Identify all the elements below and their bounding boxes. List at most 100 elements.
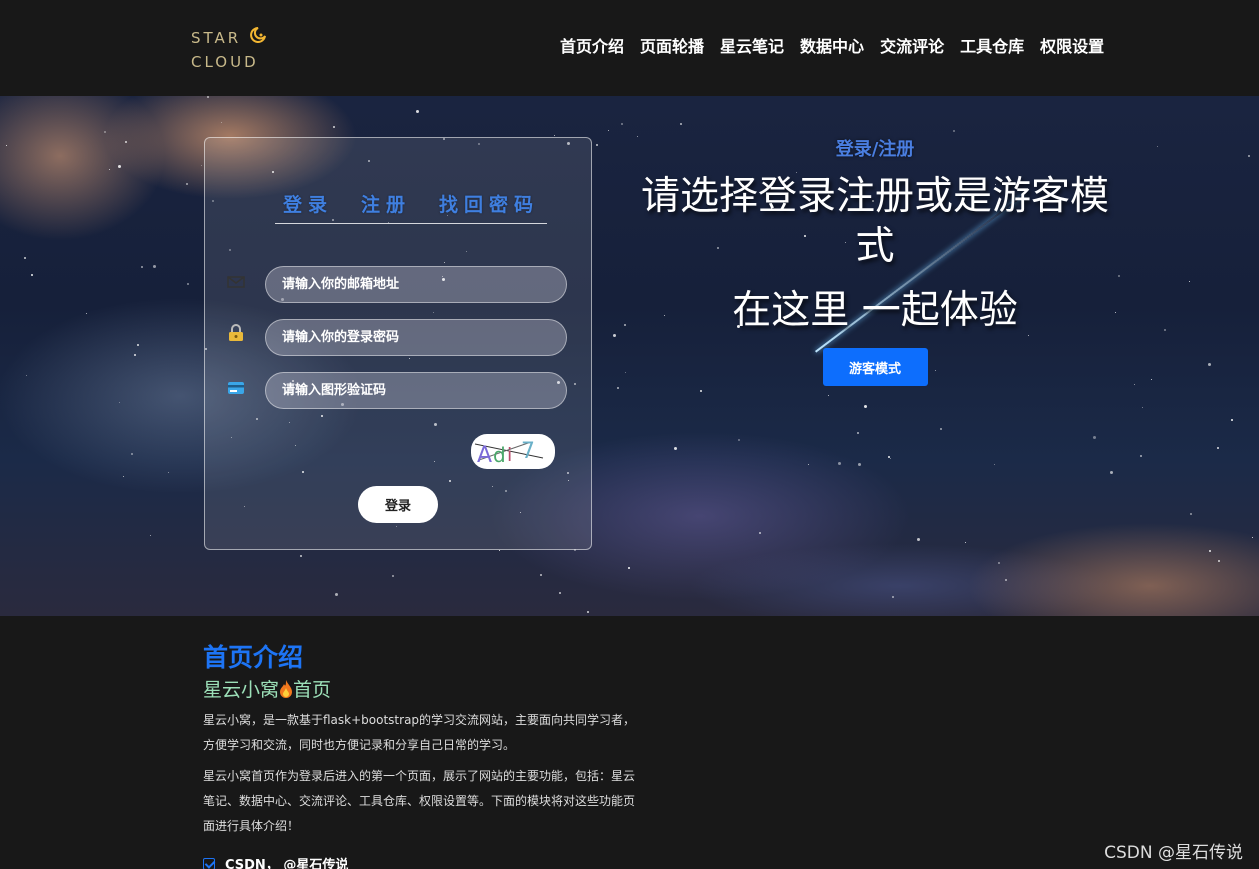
star-dot <box>168 472 169 473</box>
lock-icon <box>229 324 243 341</box>
star-dot <box>1134 384 1135 385</box>
star-dot <box>892 596 894 598</box>
star-dot <box>953 130 955 132</box>
captcha-char-7: 7 <box>521 439 535 464</box>
intro-subheading-b: 首页 <box>293 679 332 701</box>
intro-heading: 首页介绍 <box>203 643 304 672</box>
star-dot <box>608 130 609 131</box>
hero-banner: 登录 注册 找回密码 请输入你的邮箱地址 请输入图形验证码 A d i 7 登录… <box>0 96 1259 616</box>
star-dot <box>392 575 394 577</box>
intro-paragraph-1: 星云小窝，是一款基于flask+bootstrap的学习交流网站，主要面向共同学… <box>203 713 636 752</box>
star-dot <box>759 532 761 534</box>
nav-item-comments[interactable]: 交流评论 <box>872 36 952 58</box>
star-dot <box>625 372 626 373</box>
star-dot <box>587 611 589 613</box>
star-dot <box>1005 579 1007 581</box>
captcha-char-i: i <box>507 444 512 466</box>
star-dot <box>858 463 861 466</box>
nav-item-home-intro[interactable]: 首页介绍 <box>552 36 632 58</box>
star-dot <box>864 405 867 408</box>
star-dot <box>1190 513 1192 515</box>
star-dot <box>1142 407 1143 408</box>
star-dot <box>624 324 626 326</box>
nav-item-permissions[interactable]: 权限设置 <box>1032 36 1112 58</box>
captcha-graphic: A d i 7 <box>474 439 544 468</box>
star-dot <box>838 462 841 465</box>
star-dot <box>141 266 143 268</box>
star-dot <box>1252 537 1253 538</box>
list-item: CSDN， @星石传说 <box>203 854 348 869</box>
tab-register[interactable]: 注册 <box>361 190 411 217</box>
star-dot <box>186 183 188 185</box>
star-dot <box>150 535 151 536</box>
captcha-char-a: A <box>477 443 492 468</box>
nav-item-carousel[interactable]: 页面轮播 <box>632 36 712 58</box>
star-dot <box>137 344 139 346</box>
star-dot <box>596 144 598 146</box>
password-row <box>227 319 569 357</box>
star-dot <box>994 464 995 465</box>
star-dot <box>86 313 87 314</box>
card-icon <box>228 382 244 394</box>
star-dot <box>617 387 619 389</box>
captcha-input-row <box>227 372 569 410</box>
star-dot <box>24 257 26 259</box>
login-card: 登录 注册 找回密码 请输入你的邮箱地址 请输入图形验证码 A d i 7 登录 <box>204 137 592 550</box>
intro-section: 首页介绍 星云小窝 首页 星云小窝，是一款基于flask+bootstrap的学… <box>203 640 643 839</box>
logo-line2: CLOUD <box>191 53 259 71</box>
watermark: CSDN @星石传说 <box>1104 843 1243 863</box>
tab-login[interactable]: 登录 <box>283 190 333 217</box>
star-dot <box>333 126 335 128</box>
star-dot <box>1189 281 1190 282</box>
intro-subheading: 星云小窝 首页 <box>203 676 643 704</box>
star-dot <box>808 464 809 465</box>
auth-tabs: 登录 注册 找回密码 <box>275 190 547 224</box>
main-nav: 首页介绍 页面轮播 星云笔记 数据中心 交流评论 工具仓库 权限设置 <box>552 36 1112 58</box>
star-dot <box>123 476 124 477</box>
star-dot <box>118 165 121 168</box>
star-dot <box>31 274 33 276</box>
star-dot <box>1218 560 1220 562</box>
star-dot <box>965 542 966 543</box>
hero-subtitle: 在这里 一起体验 <box>732 288 1018 333</box>
star-dot <box>1217 447 1219 449</box>
star-dot <box>1231 419 1233 421</box>
hero-title: 请选择登录注册或是游客模式 <box>640 174 1109 269</box>
star-dot <box>104 131 106 133</box>
star-dot <box>554 135 555 136</box>
login-button[interactable]: 登录 <box>358 486 438 523</box>
star-dot <box>221 122 222 123</box>
intro-paragraph-2: 星云小窝首页作为登录后进入的第一个页面，展示了网站的主要功能，包括：星云笔记、数… <box>203 769 636 833</box>
site-logo[interactable]: STAR CLOUD <box>191 26 266 74</box>
star-dot <box>1248 155 1250 157</box>
captcha-field[interactable] <box>265 372 567 409</box>
star-dot <box>119 402 120 403</box>
tab-recover-password[interactable]: 找回密码 <box>439 190 539 217</box>
guest-mode-button[interactable]: 游客模式 <box>822 348 928 386</box>
star-dot <box>890 458 891 459</box>
flame-icon <box>280 680 293 698</box>
star-dot <box>1110 471 1113 474</box>
hero-text: 登录/注册 请选择登录注册或是游客模式 在这里 一起体验 游客模式 <box>640 136 1110 386</box>
nav-item-data-center[interactable]: 数据中心 <box>792 36 872 58</box>
star-dot <box>857 432 859 434</box>
star-dot <box>998 562 1000 564</box>
star-dot <box>559 592 561 594</box>
captcha-image[interactable]: A d i 7 <box>471 434 555 469</box>
nav-item-tools[interactable]: 工具仓库 <box>952 36 1032 58</box>
star-dot <box>134 354 136 356</box>
star-dot <box>613 334 616 337</box>
nav-item-notes[interactable]: 星云笔记 <box>712 36 792 58</box>
star-dot <box>1157 146 1158 147</box>
star-dot <box>700 390 702 392</box>
star-dot <box>335 593 338 596</box>
star-dot <box>680 123 682 125</box>
star-dot <box>26 375 27 376</box>
star-dot <box>499 550 500 551</box>
top-navbar: STAR CLOUD 首页介绍 页面轮播 星云笔记 数据中心 交流评论 工具仓库… <box>0 0 1259 96</box>
password-field[interactable] <box>265 319 567 356</box>
email-field[interactable] <box>265 266 567 303</box>
star-dot <box>416 110 419 113</box>
captcha-char-d: d <box>493 443 506 467</box>
star-dot <box>621 123 623 125</box>
